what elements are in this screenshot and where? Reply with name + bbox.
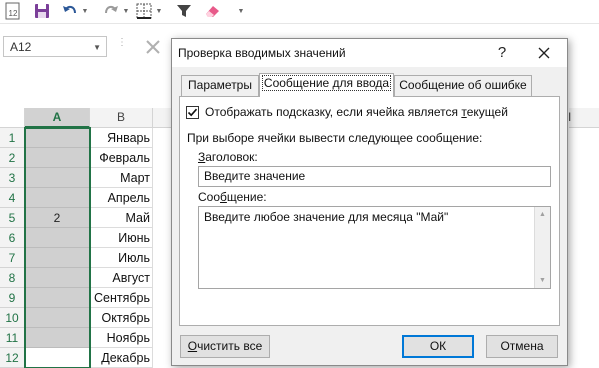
column-header-a[interactable]: A — [25, 108, 90, 128]
cell-b[interactable]: Январь — [90, 128, 153, 148]
title-field-label: Заголовок: — [198, 150, 258, 164]
excel-icon-number: 12 — [9, 9, 18, 18]
active-cell[interactable] — [25, 348, 90, 368]
clear-all-hotkey: О — [187, 339, 198, 353]
row-header[interactable]: 6 — [0, 228, 25, 248]
cell-b[interactable]: Март — [90, 168, 153, 188]
name-box[interactable]: A12 ▼ — [3, 36, 107, 57]
select-all-corner[interactable] — [0, 108, 25, 128]
name-box-value: A12 — [10, 40, 32, 54]
cell-a[interactable] — [25, 328, 90, 348]
cell-b[interactable]: Февраль — [90, 148, 153, 168]
title-label-rest: аголовок: — [205, 150, 258, 164]
row-header[interactable]: 8 — [0, 268, 25, 288]
row-header[interactable]: 2 — [0, 148, 25, 168]
cancel-entry-icon[interactable] — [142, 36, 164, 58]
row-header[interactable]: 11 — [0, 328, 25, 348]
row-header[interactable]: 10 — [0, 308, 25, 328]
cell-b[interactable]: Декабрь — [90, 348, 153, 368]
tab-error-message[interactable]: Сообщение об ошибке — [394, 75, 532, 96]
column-header-c[interactable] — [153, 108, 173, 128]
help-button[interactable]: ? — [492, 43, 512, 63]
tab-input-message[interactable]: Сообщение для ввода — [259, 73, 394, 97]
cancel-button[interactable]: Отмена — [486, 335, 558, 358]
save-icon[interactable] — [32, 0, 52, 22]
message-text: Введите любое значение для месяца "Май" — [204, 210, 449, 224]
row-header[interactable]: 1 — [0, 128, 25, 148]
clear-all-button[interactable]: Очистить все — [180, 335, 270, 358]
cell-b[interactable]: Октябрь — [90, 308, 153, 328]
column-header-i[interactable]: I — [568, 108, 599, 128]
message-textarea[interactable]: Введите любое значение для месяца "Май" … — [198, 206, 551, 289]
clear-all-label: чистить все — [197, 339, 263, 353]
tab-parameters[interactable]: Параметры — [181, 75, 259, 96]
column-header-b[interactable]: B — [90, 108, 153, 128]
undo-icon[interactable] — [60, 0, 80, 22]
row-header[interactable]: 5 — [0, 208, 25, 228]
excel-icon: 12 — [3, 0, 23, 22]
border-icon[interactable] — [134, 0, 154, 22]
row-header[interactable]: 4 — [0, 188, 25, 208]
tab-input-message-label: Сообщение для ввода — [261, 75, 392, 91]
ok-button[interactable]: ОК — [402, 335, 474, 358]
close-icon[interactable] — [532, 41, 556, 65]
message-label-pre: Соо — [198, 190, 221, 204]
redo-icon[interactable] — [101, 0, 121, 22]
eraser-icon[interactable] — [203, 0, 223, 22]
message-label-post: щение: — [226, 190, 267, 204]
cell-a[interactable] — [25, 308, 90, 328]
cell-b[interactable]: Апрель — [90, 188, 153, 208]
cell-a[interactable] — [25, 128, 90, 148]
row-header[interactable]: 7 — [0, 248, 25, 268]
scroll-down-icon[interactable]: ▼ — [535, 273, 550, 288]
splitter-icon[interactable]: ⋮ — [117, 37, 127, 48]
redo-dropdown-icon[interactable]: ▼ — [122, 0, 130, 22]
row-header[interactable]: 3 — [0, 168, 25, 188]
title-input[interactable]: Введите значение — [198, 166, 551, 187]
show-hint-label[interactable]: Отображать подсказку, если ячейка являет… — [205, 105, 508, 119]
checkmark-icon — [187, 108, 198, 117]
column-header-i-label: I — [568, 110, 572, 124]
filter-icon[interactable] — [174, 0, 194, 22]
show-hint-checkbox[interactable] — [186, 106, 199, 119]
cell-b[interactable]: Июнь — [90, 228, 153, 248]
cell-a[interactable] — [25, 268, 90, 288]
message-label-hotkey: б — [220, 190, 227, 204]
undo-dropdown-icon[interactable]: ▼ — [81, 0, 89, 22]
cell-a[interactable] — [25, 288, 90, 308]
message-scrollbar[interactable]: ▲ ▼ — [534, 207, 550, 288]
data-validation-dialog: Проверка вводимых значений ? Параметры С… — [171, 38, 568, 366]
cell-a[interactable] — [25, 188, 90, 208]
dialog-title-bar[interactable]: Проверка вводимых значений ? — [172, 39, 567, 67]
row-header[interactable]: 9 — [0, 288, 25, 308]
cell-a[interactable] — [25, 168, 90, 188]
toolbar-more-icon[interactable]: ▼ — [237, 0, 245, 22]
scroll-up-icon[interactable]: ▲ — [535, 207, 550, 222]
dialog-title: Проверка вводимых значений — [178, 46, 346, 60]
cell-b[interactable]: Ноябрь — [90, 328, 153, 348]
cell-b[interactable]: Май — [90, 208, 153, 228]
show-hint-label-post: екущей — [466, 105, 508, 119]
quick-access-toolbar: 12 ▼ ▼ ▼ ▼ — [0, 0, 599, 24]
chevron-down-icon[interactable]: ▼ — [93, 43, 101, 52]
cell-b[interactable]: Август — [90, 268, 153, 288]
row-header[interactable]: 12 — [0, 348, 25, 368]
cell-a[interactable]: 2 — [25, 208, 90, 228]
border-dropdown-icon[interactable]: ▼ — [155, 0, 163, 22]
cell-b[interactable]: Июль — [90, 248, 153, 268]
when-selected-label: При выборе ячейки вывести следующее сооб… — [187, 131, 483, 145]
cell-a[interactable] — [25, 148, 90, 168]
cell-a[interactable] — [25, 248, 90, 268]
message-field-label: Сообщение: — [198, 190, 267, 204]
cell-b[interactable]: Сентябрь — [90, 288, 153, 308]
show-hint-label-pre: Отображать подсказку, если ячейка являет… — [205, 105, 462, 119]
cell-a[interactable] — [25, 228, 90, 248]
